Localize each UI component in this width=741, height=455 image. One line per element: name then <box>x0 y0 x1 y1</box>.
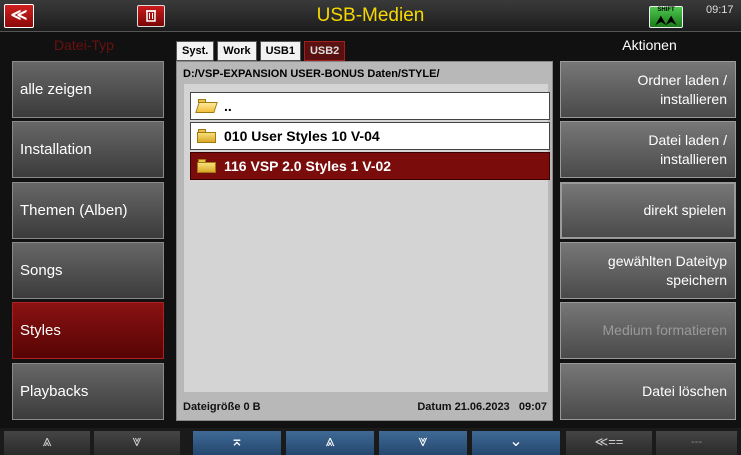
list-item[interactable]: 010 User Styles 10 V-04 <box>190 122 550 150</box>
button-label-line2: installieren <box>660 150 727 167</box>
tab-work[interactable]: Work <box>217 41 257 61</box>
list-item-selected[interactable]: 116 VSP 2.0 Styles 1 V-02 <box>190 152 550 180</box>
format-medium-button[interactable]: Medium formatieren <box>560 302 736 359</box>
trash-icon <box>146 10 156 22</box>
clock: 09:17 <box>706 4 734 16</box>
current-path: D:/VSP-EXPANSION USER-BONUS Daten/STYLE/ <box>183 68 440 80</box>
entry-name: .. <box>224 98 232 114</box>
load-file-button[interactable]: Datei laden / installieren <box>560 121 736 178</box>
play-directly-button[interactable]: direkt spielen <box>560 182 736 239</box>
filetype-show-all-button[interactable]: alle zeigen <box>12 61 164 118</box>
button-label: Installation <box>20 141 92 158</box>
list-up-button[interactable]: ⩓ <box>286 431 374 455</box>
left-down-button[interactable]: ⩔ <box>94 431 180 455</box>
entry-name: 010 User Styles 10 V-04 <box>224 128 380 144</box>
save-filetype-button[interactable]: gewählten Dateityp speichern <box>560 242 736 299</box>
left-up-button[interactable]: ⩓ <box>4 431 90 455</box>
tab-usb2[interactable]: USB2 <box>303 41 346 61</box>
page-title: USB-Medien <box>316 5 425 26</box>
button-label: Songs <box>20 262 63 279</box>
top-bar: ≪ USB-Medien SHIFT ⮝⮝ 09:17 <box>0 0 741 32</box>
empty-button[interactable]: --- <box>656 431 737 455</box>
double-chevron-left-icon: ≪ <box>10 7 28 24</box>
button-label: direkt spielen <box>643 202 727 218</box>
button-label: Medium formatieren <box>602 322 728 338</box>
drive-tabs: Syst. Work USB1 USB2 <box>176 41 346 61</box>
file-type-header: Datei-Typ <box>54 37 114 53</box>
button-label: Styles <box>20 322 61 339</box>
button-label: Datei löschen <box>642 383 727 399</box>
bottom-bar: ⩓ ⩔ ⌅ ⩓ ⩔ ⌄ ≪== --- <box>0 428 741 455</box>
date-label: Datum 21.06.2023 <box>417 401 510 413</box>
filetype-installation-button[interactable]: Installation <box>12 121 164 178</box>
back-button[interactable]: ≪ <box>4 4 34 28</box>
filetype-songs-button[interactable]: Songs <box>12 242 164 299</box>
file-list[interactable]: .. 010 User Styles 10 V-04 116 VSP 2.0 S… <box>184 84 550 392</box>
shift-arrows-icon: ⮝⮝ <box>655 13 677 27</box>
button-label: Playbacks <box>20 383 89 400</box>
trash-button[interactable] <box>137 5 165 27</box>
file-browser: D:/VSP-EXPANSION USER-BONUS Daten/STYLE/… <box>176 61 553 421</box>
tab-system[interactable]: Syst. <box>176 41 215 61</box>
button-label-line1: Datei laden / <box>648 131 727 148</box>
list-item-parent[interactable]: .. <box>190 92 550 120</box>
folder-icon <box>197 129 216 143</box>
button-label-line2: installieren <box>660 90 727 107</box>
shift-button[interactable]: SHIFT ⮝⮝ <box>649 6 683 28</box>
entry-name: 116 VSP 2.0 Styles 1 V-02 <box>224 158 392 174</box>
button-label-line1: gewählten Dateityp <box>607 252 727 269</box>
open-folder-icon <box>195 99 218 113</box>
list-top-button[interactable]: ⌅ <box>193 431 281 455</box>
button-label-line2: speichern <box>666 271 727 288</box>
filetype-styles-button[interactable]: Styles <box>12 302 164 359</box>
tab-usb1[interactable]: USB1 <box>259 41 301 61</box>
actions-header: Aktionen <box>622 37 677 53</box>
filetype-themes-button[interactable]: Themen (Alben) <box>12 182 164 239</box>
file-date: Datum 21.06.2023 09:07 <box>417 401 547 413</box>
back-arrow-button[interactable]: ≪== <box>566 431 652 455</box>
button-label: alle zeigen <box>20 81 92 98</box>
filetype-playbacks-button[interactable]: Playbacks <box>12 363 164 420</box>
delete-file-button[interactable]: Datei löschen <box>560 363 736 420</box>
list-bottom-button[interactable]: ⌄ <box>472 431 560 455</box>
folder-icon <box>197 159 216 173</box>
button-label-line1: Ordner laden / <box>637 71 728 88</box>
button-label: Themen (Alben) <box>20 202 128 219</box>
file-size: Dateigröße 0 B <box>183 401 261 413</box>
time-label: 09:07 <box>518 401 547 413</box>
load-folder-button[interactable]: Ordner laden / installieren <box>560 61 736 118</box>
list-down-button[interactable]: ⩔ <box>379 431 467 455</box>
